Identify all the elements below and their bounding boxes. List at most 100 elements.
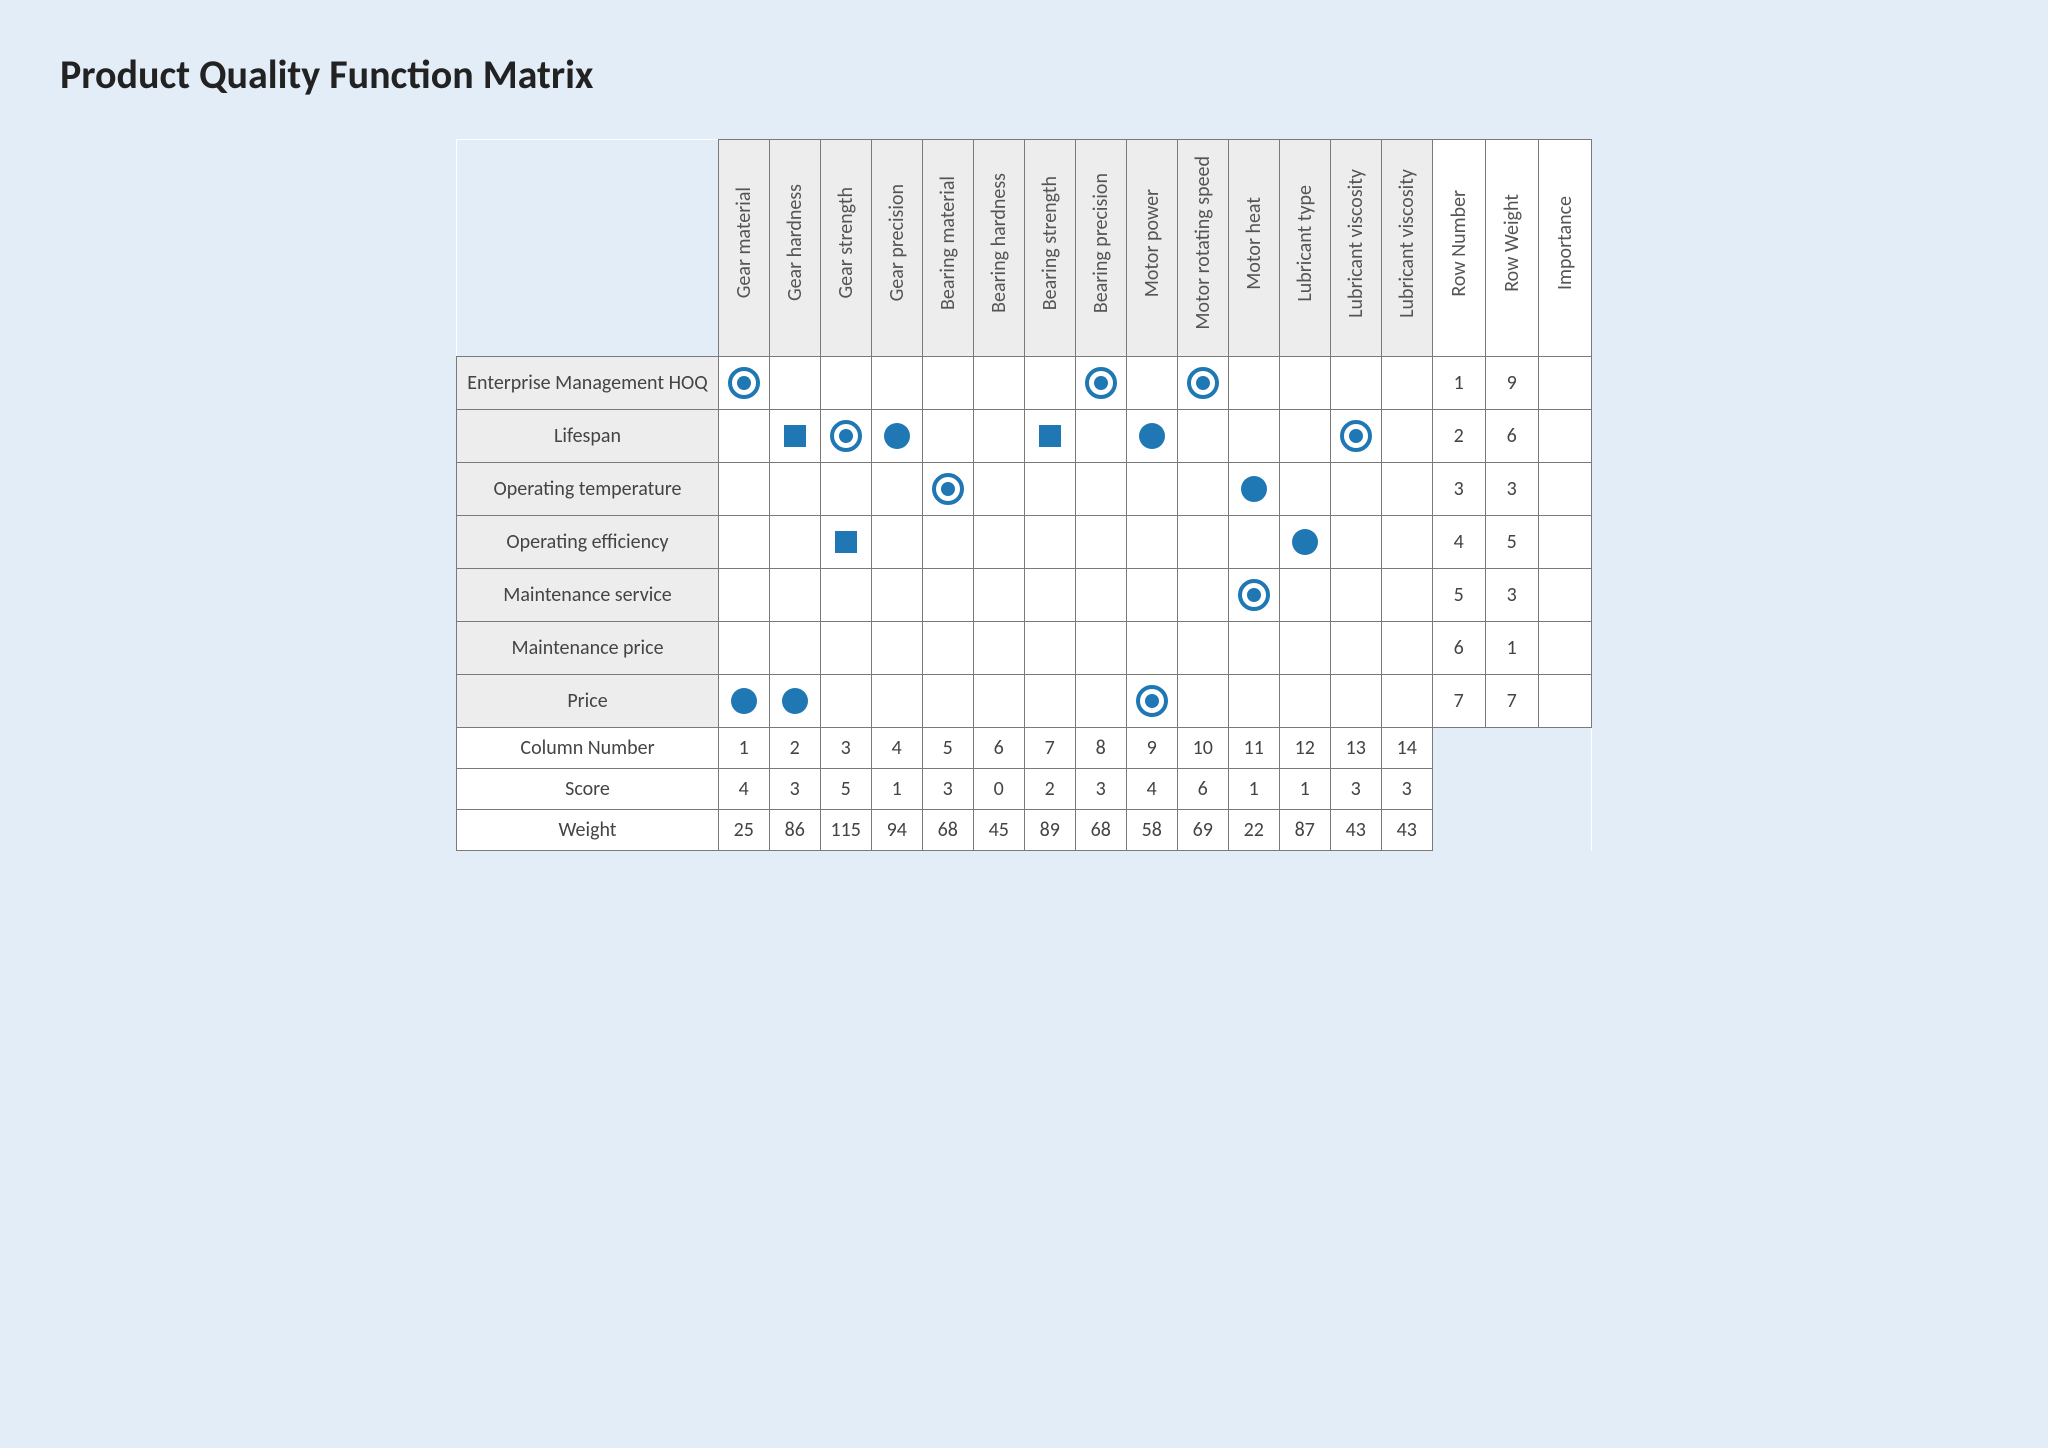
- matrix-cell: [973, 357, 1024, 410]
- matrix-cell: [1075, 569, 1126, 622]
- matrix-cell: [922, 569, 973, 622]
- medium-relation-circle-icon: [1290, 527, 1320, 557]
- matrix-cell: [973, 622, 1024, 675]
- matrix-cell: [1228, 622, 1279, 675]
- matrix-cell: [769, 675, 820, 728]
- matrix-cell: [1228, 410, 1279, 463]
- score-cell: 1: [871, 769, 922, 810]
- matrix-cell: [1177, 357, 1228, 410]
- matrix-cell: [1330, 569, 1381, 622]
- matrix-cell: [1126, 410, 1177, 463]
- matrix-cell: [1126, 622, 1177, 675]
- matrix-cell: [1024, 675, 1075, 728]
- column-header: Bearing strength: [1024, 140, 1075, 357]
- row-weight-cell: 6: [1485, 410, 1538, 463]
- matrix-cell: [1126, 569, 1177, 622]
- matrix-cell: [1126, 463, 1177, 516]
- column-number-cell: 7: [1024, 728, 1075, 769]
- score-cell: 0: [973, 769, 1024, 810]
- column-number-cell: 8: [1075, 728, 1126, 769]
- weight-cell: 86: [769, 810, 820, 851]
- matrix-cell: [1279, 516, 1330, 569]
- row-header: Price: [457, 675, 718, 728]
- row-weight-cell: 9: [1485, 357, 1538, 410]
- matrix-cell: [1279, 675, 1330, 728]
- weight-cell: 25: [718, 810, 769, 851]
- row-importance-cell: [1538, 463, 1591, 516]
- matrix-cell: [1381, 357, 1432, 410]
- matrix-cell: [1177, 622, 1228, 675]
- matrix-cell: [820, 357, 871, 410]
- row-number-cell: 3: [1432, 463, 1485, 516]
- matrix-cell: [718, 463, 769, 516]
- matrix-cell: [1177, 410, 1228, 463]
- matrix-cell: [769, 463, 820, 516]
- row-number-cell: 5: [1432, 569, 1485, 622]
- medium-relation-circle-icon: [1239, 474, 1269, 504]
- matrix-cell: [769, 410, 820, 463]
- matrix-cell: [1228, 516, 1279, 569]
- matrix-cell: [973, 569, 1024, 622]
- matrix-cell: [769, 357, 820, 410]
- column-header: Lubricant viscosity: [1330, 140, 1381, 357]
- matrix-cell: [1381, 675, 1432, 728]
- row-header: Lifespan: [457, 410, 718, 463]
- footer-blank: [1432, 769, 1591, 810]
- weight-cell: 68: [922, 810, 973, 851]
- matrix-cell: [871, 516, 922, 569]
- weight-cell: 22: [1228, 810, 1279, 851]
- meta-column-header: Importance: [1538, 140, 1591, 357]
- matrix-cell: [871, 357, 922, 410]
- score-cell: 3: [1330, 769, 1381, 810]
- matrix-cell: [1330, 410, 1381, 463]
- matrix-cell: [820, 622, 871, 675]
- strong-relation-target-icon: [931, 472, 965, 506]
- matrix-cell: [718, 622, 769, 675]
- matrix-cell: [1330, 463, 1381, 516]
- matrix-cell: [1330, 622, 1381, 675]
- column-number-cell: 6: [973, 728, 1024, 769]
- score-cell: 1: [1228, 769, 1279, 810]
- matrix-cell: [718, 516, 769, 569]
- score-cell: 2: [1024, 769, 1075, 810]
- matrix-cell: [1381, 569, 1432, 622]
- matrix-cell: [1024, 622, 1075, 675]
- matrix-cell: [922, 675, 973, 728]
- column-header: Lubricant type: [1279, 140, 1330, 357]
- row-importance-cell: [1538, 622, 1591, 675]
- score-cell: 4: [718, 769, 769, 810]
- strong-relation-target-icon: [1339, 419, 1373, 453]
- matrix-cell: [922, 410, 973, 463]
- weight-cell: 69: [1177, 810, 1228, 851]
- matrix-cell: [973, 410, 1024, 463]
- score-cell: 5: [820, 769, 871, 810]
- matrix-cell: [1024, 569, 1075, 622]
- column-header: Gear hardness: [769, 140, 820, 357]
- column-number-cell: 14: [1381, 728, 1432, 769]
- matrix-cell: [820, 463, 871, 516]
- matrix-cell: [769, 569, 820, 622]
- matrix-cell: [820, 516, 871, 569]
- meta-column-header: Row Weight: [1485, 140, 1538, 357]
- row-number-cell: 6: [1432, 622, 1485, 675]
- footer-blank: [1432, 810, 1591, 851]
- matrix-cell: [973, 463, 1024, 516]
- strong-relation-target-icon: [1237, 578, 1271, 612]
- matrix-cell: [922, 463, 973, 516]
- matrix-cell: [820, 569, 871, 622]
- matrix-cell: [718, 410, 769, 463]
- score-cell: 6: [1177, 769, 1228, 810]
- matrix-cell: [1330, 675, 1381, 728]
- weight-cell: 68: [1075, 810, 1126, 851]
- weight-cell: 115: [820, 810, 871, 851]
- matrix-cell: [1075, 463, 1126, 516]
- matrix-cell: [1330, 516, 1381, 569]
- row-weight-cell: 1: [1485, 622, 1538, 675]
- row-header: Operating efficiency: [457, 516, 718, 569]
- column-number-cell: 2: [769, 728, 820, 769]
- row-header: Enterprise Management HOQ: [457, 357, 718, 410]
- matrix-cell: [1126, 516, 1177, 569]
- weight-cell: 58: [1126, 810, 1177, 851]
- matrix-cell: [922, 516, 973, 569]
- row-weight-cell: 5: [1485, 516, 1538, 569]
